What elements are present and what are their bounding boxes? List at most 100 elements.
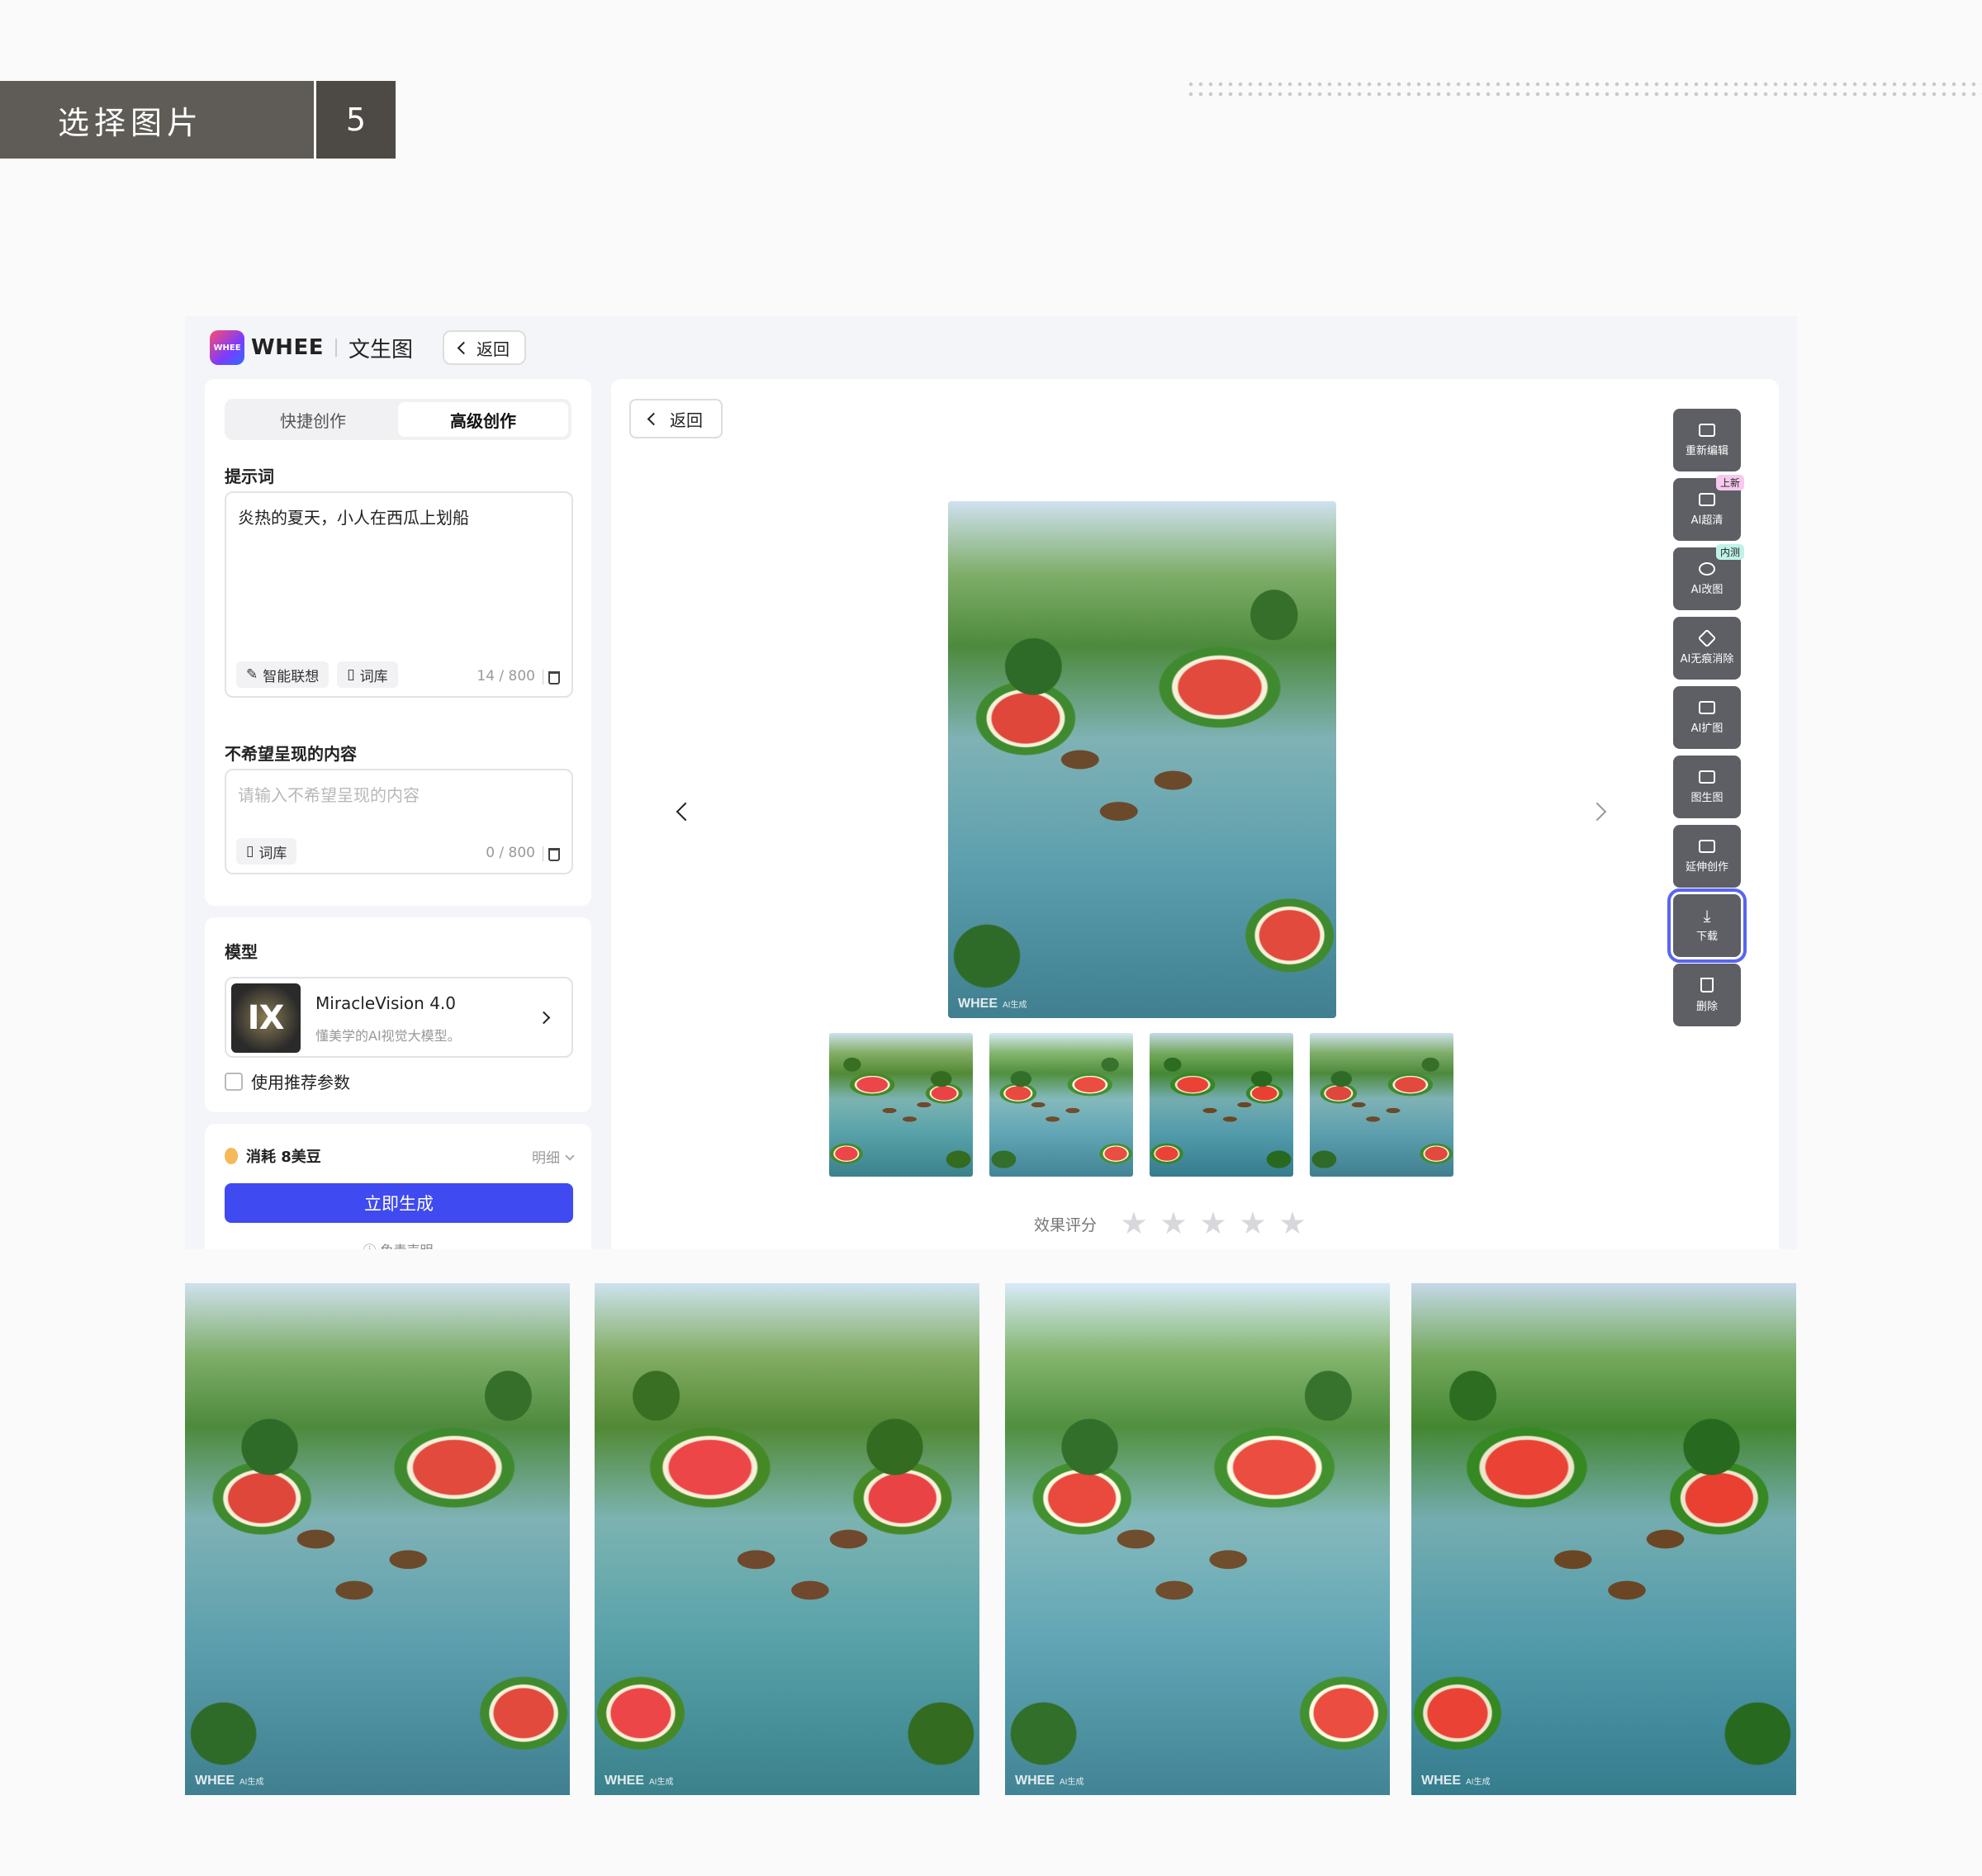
delete-button[interactable]: 删除: [1673, 964, 1741, 1026]
extend-create-button[interactable]: 延伸创作: [1673, 825, 1741, 888]
section-number: 5: [316, 81, 396, 159]
ai-expand-button[interactable]: AI扩图: [1673, 686, 1741, 749]
top-back-button[interactable]: 返回: [442, 330, 526, 365]
use-recommended-checkbox[interactable]: [225, 1072, 243, 1091]
thumbnail-2[interactable]: [989, 1033, 1133, 1177]
model-selector[interactable]: Ⅸ MiracleVision 4.0 懂美学的AI视觉大模型。: [225, 977, 573, 1058]
result-gallery: WHEE AI生成 WHEE AI生成 WHEE AI生成 WHEE AI生成: [185, 1283, 1796, 1795]
brand-name: WHEE: [251, 335, 324, 360]
chevron-down-icon: [565, 1151, 575, 1161]
watermark: WHEE AI生成: [1015, 1774, 1084, 1788]
brush-icon: [1699, 561, 1715, 576]
star-icon-5[interactable]: [1280, 1211, 1305, 1234]
watermark: WHEE AI生成: [958, 997, 1027, 1011]
use-recommended-label: 使用推荐参数: [251, 1073, 350, 1092]
image-to-image-icon: [1699, 770, 1715, 784]
negative-input[interactable]: 请输入不希望呈现的内容 ▯ 词库 0 / 800: [225, 769, 573, 874]
prompt-library-button[interactable]: ▯ 词库: [337, 661, 398, 688]
image-to-image-button[interactable]: 图生图: [1673, 756, 1741, 818]
gallery-image-2[interactable]: WHEE AI生成: [595, 1283, 979, 1795]
rating-label: 效果评分: [1034, 1215, 1098, 1234]
prompt-text: 炎热的夏天，小人在西瓜上划船: [238, 508, 469, 528]
ai-modify-button[interactable]: 内测 AI改图: [1673, 544, 1744, 610]
download-button[interactable]: ⤓ 下载: [1667, 888, 1747, 963]
clear-prompt-icon[interactable]: [548, 671, 560, 685]
bean-icon: [225, 1148, 238, 1164]
expand-icon: [1699, 700, 1715, 714]
watermark: WHEE AI生成: [1421, 1774, 1491, 1788]
generate-button[interactable]: 立即生成: [225, 1183, 573, 1223]
negative-label: 不希望呈现的内容: [225, 744, 357, 764]
watermark: WHEE AI生成: [605, 1774, 674, 1788]
whee-logo-icon: WHEE: [210, 330, 244, 365]
disclaimer-link[interactable]: ⓘ 免责声明: [205, 1239, 591, 1249]
thumbnail-strip: [829, 1033, 1453, 1177]
ai-erase-button[interactable]: AI无痕消除: [1673, 617, 1741, 680]
tab-quick-create[interactable]: 快捷创作: [228, 402, 398, 437]
gallery-image-1[interactable]: WHEE AI生成: [185, 1283, 570, 1795]
app-title: 文生图: [348, 337, 413, 362]
eraser-icon: [1697, 628, 1717, 647]
gallery-image-3[interactable]: WHEE AI生成: [1005, 1283, 1390, 1795]
negative-placeholder: 请输入不希望呈现的内容: [238, 785, 420, 805]
result-back-button[interactable]: 返回: [629, 399, 723, 438]
model-label: 模型: [225, 942, 258, 962]
star-icon-3[interactable]: [1201, 1211, 1226, 1234]
hd-icon: [1699, 492, 1715, 506]
model-thumbnail: Ⅸ: [231, 983, 301, 1053]
use-recommended-row[interactable]: 使用推荐参数: [225, 1069, 350, 1093]
decorative-dots: [1186, 79, 1982, 99]
trash-icon: [1700, 977, 1714, 992]
app-topbar: WHEE WHEE 文生图 返回: [185, 316, 1797, 379]
result-area: 返回 WHEE AI生成 效果评分 重新编辑 上新 AI超清 内测 AI改图 AI无痕: [611, 379, 1779, 1249]
negative-counter: 0 / 800: [486, 845, 535, 861]
selected-image: WHEE AI生成: [948, 501, 1336, 1018]
prompt-panel: 快捷创作 高级创作 提示词 炎热的夏天，小人在西瓜上划船 ✎ 智能联想 ▯ 词库 1…: [205, 379, 591, 906]
thumbnail-4[interactable]: [1310, 1033, 1453, 1177]
section-title: 选择图片: [0, 81, 314, 159]
wand-icon: ✎: [246, 666, 258, 683]
book-icon: ▯: [246, 843, 254, 860]
new-badge: 上新: [1715, 475, 1744, 490]
cost-detail-button[interactable]: 明细: [532, 1146, 575, 1167]
cost-label: 消耗 8美豆: [246, 1149, 321, 1166]
thumbnail-3[interactable]: [1150, 1033, 1293, 1177]
book-icon: ▯: [347, 666, 355, 683]
next-image-arrow[interactable]: [1587, 802, 1607, 822]
star-icon-4[interactable]: [1240, 1211, 1265, 1234]
star-icon-1[interactable]: [1121, 1211, 1146, 1234]
chevron-right-icon: [537, 1011, 551, 1025]
ai-hd-button[interactable]: 上新 AI超清: [1673, 475, 1744, 541]
chevron-left-icon: [457, 341, 471, 354]
rating-row: 效果评分: [1034, 1211, 1305, 1236]
prompt-counter: 14 / 800: [477, 668, 535, 685]
model-panel: 模型 Ⅸ MiracleVision 4.0 懂美学的AI视觉大模型。 使用推荐…: [205, 917, 591, 1112]
tool-sidebar: 重新编辑 上新 AI超清 内测 AI改图 AI无痕消除 AI扩图 图生图 延伸创作 …: [1667, 409, 1747, 1026]
gallery-image-4[interactable]: WHEE AI生成: [1411, 1283, 1796, 1795]
edit-image-icon: [1699, 423, 1715, 437]
section-header: 选择图片 5: [0, 81, 396, 159]
prompt-label: 提示词: [225, 467, 274, 486]
cost-row: 消耗 8美豆 明细: [225, 1145, 575, 1167]
generate-panel: 消耗 8美豆 明细 立即生成 ⓘ 免责声明: [205, 1124, 591, 1249]
clear-negative-icon[interactable]: [548, 848, 560, 861]
chevron-left-icon: [647, 412, 661, 425]
model-description: 懂美学的AI视觉大模型。: [315, 1028, 461, 1044]
back-label: 返回: [476, 339, 510, 359]
extend-icon: [1699, 839, 1715, 853]
divider: [334, 339, 337, 357]
watermark: WHEE AI生成: [195, 1774, 264, 1788]
star-icon-2[interactable]: [1161, 1211, 1186, 1234]
beta-badge: 内测: [1715, 544, 1744, 560]
prev-image-arrow[interactable]: [676, 802, 695, 822]
smart-assoc-button[interactable]: ✎ 智能联想: [236, 661, 330, 688]
model-name: MiracleVision 4.0: [315, 993, 456, 1013]
download-icon: ⤓: [1703, 905, 1711, 926]
tab-advanced-create[interactable]: 高级创作: [398, 402, 568, 437]
prompt-input[interactable]: 炎热的夏天，小人在西瓜上划船 ✎ 智能联想 ▯ 词库 14 / 800: [225, 491, 573, 698]
app-window: WHEE WHEE 文生图 返回 快捷创作 高级创作 提示词 炎热的夏天，小人在…: [185, 316, 1797, 1249]
mode-tabs: 快捷创作 高级创作: [225, 399, 571, 440]
negative-library-button[interactable]: ▯ 词库: [236, 838, 297, 865]
thumbnail-1[interactable]: [829, 1033, 973, 1177]
re-edit-button[interactable]: 重新编辑: [1673, 409, 1741, 471]
